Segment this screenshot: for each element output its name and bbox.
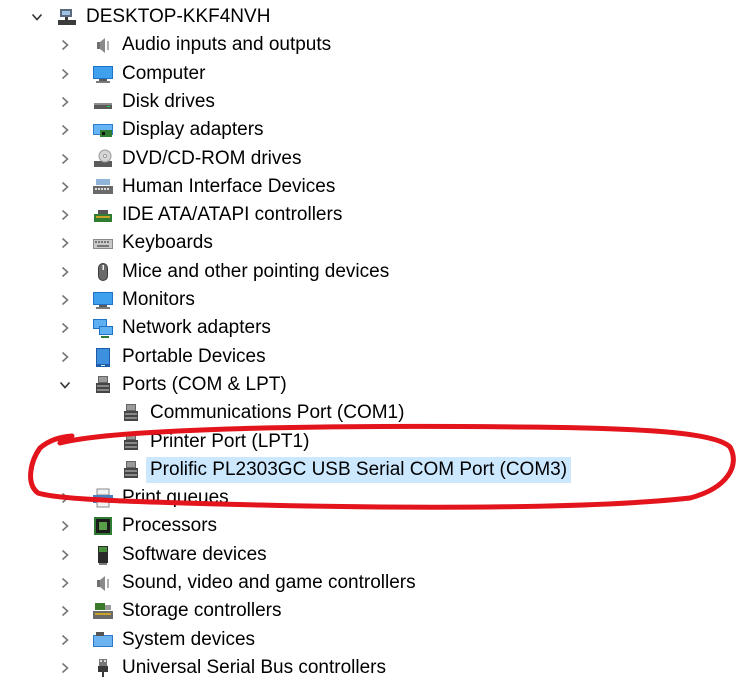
chevron-right-icon[interactable] xyxy=(56,315,74,341)
chevron-right-icon[interactable] xyxy=(56,485,74,511)
tree-item-label: Print queues xyxy=(122,487,229,509)
tree-root-desktop[interactable]: DESKTOP-KKF4NVH xyxy=(0,4,738,30)
tree-item-label: Disk drives xyxy=(122,90,215,112)
tree-item-label: Monitors xyxy=(122,289,195,310)
chevron-right-icon[interactable] xyxy=(56,259,74,285)
tree-category-universal-serial-bus-controllers[interactable]: Universal Serial Bus controllers xyxy=(0,655,738,681)
chevron-down-icon[interactable] xyxy=(28,4,46,30)
mouse-icon xyxy=(92,261,114,283)
tree-category-network-adapters[interactable]: Network adapters xyxy=(0,315,738,341)
tree-item-label: DVD/CD-ROM drives xyxy=(122,147,302,169)
tree-item-label: Communications Port (COM1) xyxy=(150,402,405,424)
usb-icon xyxy=(92,657,114,679)
tree-item-label: Sound, video and game controllers xyxy=(122,572,416,593)
tree-item-label: Audio inputs and outputs xyxy=(122,34,332,56)
chevron-right-icon[interactable] xyxy=(56,89,74,115)
tree-category-storage-controllers[interactable]: Storage controllers xyxy=(0,598,738,624)
tree-category-human-interface-devices[interactable]: Human Interface Devices xyxy=(0,174,738,200)
system-devices-icon xyxy=(92,629,114,651)
chevron-right-icon[interactable] xyxy=(56,202,74,228)
tree-category-audio-inputs-and-outputs[interactable]: Audio inputs and outputs xyxy=(0,32,738,58)
tree-category-print-queues[interactable]: Print queues xyxy=(0,485,738,511)
chevron-right-icon[interactable] xyxy=(56,344,74,370)
tree-category-monitors[interactable]: Monitors xyxy=(0,287,738,313)
tree-category-mice-and-other-pointing-devices[interactable]: Mice and other pointing devices xyxy=(0,259,738,285)
port-icon xyxy=(92,374,114,396)
hid-icon xyxy=(92,176,114,198)
storage-controller-icon xyxy=(92,600,114,622)
chevron-right-icon[interactable] xyxy=(56,598,74,624)
tree-category-processors[interactable]: Processors xyxy=(0,513,738,539)
chevron-right-icon[interactable] xyxy=(56,61,74,87)
chevron-right-icon[interactable] xyxy=(56,146,74,172)
network-adapter-icon xyxy=(92,317,114,339)
dvd-drive-icon xyxy=(92,148,114,170)
tree-item-label: Software devices xyxy=(122,543,267,565)
display-adapter-icon xyxy=(92,119,114,141)
tree-item-label: Universal Serial Bus controllers xyxy=(122,656,386,678)
tree-category-ports-com-lpt[interactable]: Ports (COM & LPT) xyxy=(0,372,738,398)
tree-item-label: Network adapters xyxy=(122,317,271,339)
monitor-icon xyxy=(92,289,114,311)
speaker-icon xyxy=(92,34,114,56)
tree-item-label: Ports (COM & LPT) xyxy=(122,373,287,395)
chevron-right-icon[interactable] xyxy=(56,655,74,681)
tree-category-keyboards[interactable]: Keyboards xyxy=(0,230,738,256)
tree-category-portable-devices[interactable]: Portable Devices xyxy=(0,344,738,370)
ide-controller-icon xyxy=(92,204,114,226)
chevron-right-icon[interactable] xyxy=(56,513,74,539)
tree-device-printer-port-lpt1[interactable]: Printer Port (LPT1) xyxy=(0,429,738,455)
port-icon xyxy=(120,431,142,453)
tree-device-prolific-pl2303gc-usb-serial-com-port-com3[interactable]: Prolific PL2303GC USB Serial COM Port (C… xyxy=(0,456,738,483)
tree-item-label: DESKTOP-KKF4NVH xyxy=(86,6,271,27)
processor-icon xyxy=(92,515,114,537)
tree-category-software-devices[interactable]: Software devices xyxy=(0,542,738,568)
tree-category-disk-drives[interactable]: Disk drives xyxy=(0,89,738,115)
chevron-right-icon[interactable] xyxy=(56,627,74,653)
tree-category-ide-ata-atapi-controllers[interactable]: IDE ATA/ATAPI controllers xyxy=(0,202,738,228)
tree-item-label: Portable Devices xyxy=(122,345,266,367)
chevron-right-icon[interactable] xyxy=(56,117,74,143)
software-device-icon xyxy=(92,544,114,566)
tree-item-label: Printer Port (LPT1) xyxy=(150,430,310,452)
tree-category-computer[interactable]: Computer xyxy=(0,61,738,87)
tree-category-display-adapters[interactable]: Display adapters xyxy=(0,117,738,143)
chevron-right-icon[interactable] xyxy=(56,230,74,256)
tree-item-label: Mice and other pointing devices xyxy=(122,260,390,282)
tree-category-system-devices[interactable]: System devices xyxy=(0,627,738,653)
chevron-down-icon[interactable] xyxy=(56,372,74,398)
tree-item-label: IDE ATA/ATAPI controllers xyxy=(122,204,343,226)
chevron-right-icon[interactable] xyxy=(56,287,74,313)
chevron-right-icon[interactable] xyxy=(56,32,74,58)
tree-category-dvd-cd-rom-drives[interactable]: DVD/CD-ROM drives xyxy=(0,146,738,172)
keyboard-icon xyxy=(92,232,114,254)
tree-item-label: Computer xyxy=(122,62,206,84)
tree-item-label: Display adapters xyxy=(122,119,264,141)
tree-item-label: Storage controllers xyxy=(122,600,282,622)
tree-item-label-selected: Prolific PL2303GC USB Serial COM Port (C… xyxy=(146,456,572,483)
tree-device-communications-port-com1[interactable]: Communications Port (COM1) xyxy=(0,400,738,426)
tree-item-label: Human Interface Devices xyxy=(122,175,336,197)
tree-item-label: Processors xyxy=(122,515,218,537)
disk-drive-icon xyxy=(92,91,114,113)
chevron-right-icon[interactable] xyxy=(56,174,74,200)
port-icon xyxy=(120,459,142,481)
printer-icon xyxy=(92,487,114,509)
tree-category-sound-video-and-game-controllers[interactable]: Sound, video and game controllers xyxy=(0,570,738,596)
speaker-icon xyxy=(92,572,114,594)
portable-device-icon xyxy=(92,346,114,368)
chevron-right-icon[interactable] xyxy=(56,570,74,596)
computer-root-icon xyxy=(56,6,78,28)
port-icon xyxy=(120,402,142,424)
tree-item-label: System devices xyxy=(122,628,256,650)
chevron-right-icon[interactable] xyxy=(56,542,74,568)
monitor-icon xyxy=(92,63,114,85)
tree-item-label: Keyboards xyxy=(122,232,213,254)
